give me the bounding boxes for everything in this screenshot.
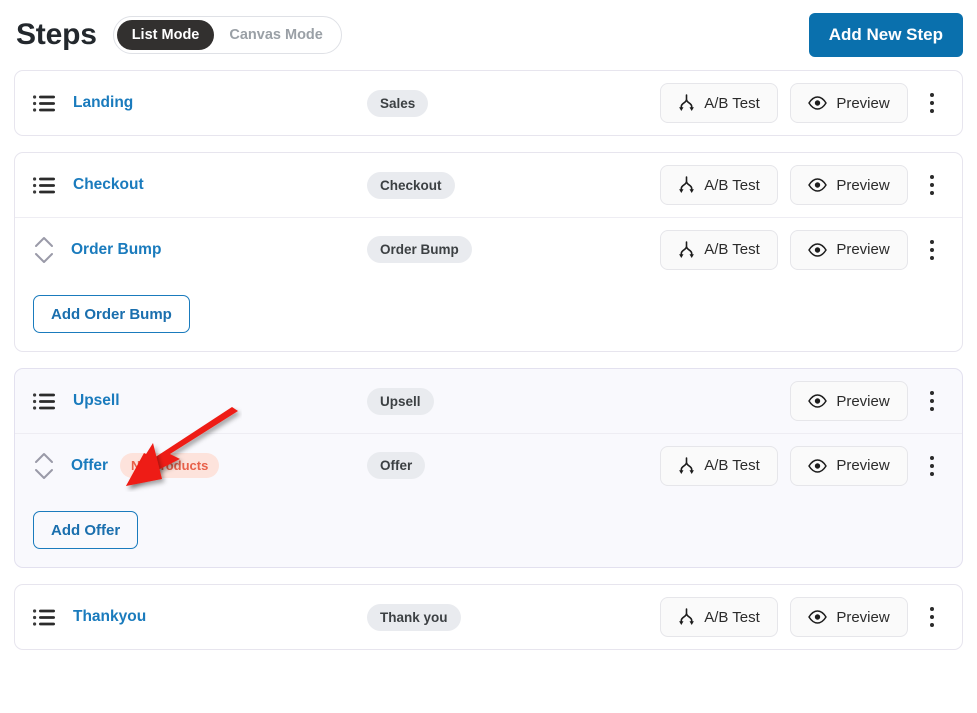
drag-handle-icon[interactable] <box>33 392 59 410</box>
page-title: Steps <box>16 18 97 51</box>
add-child-step-button[interactable]: Add Offer <box>33 511 139 549</box>
step-row: Thankyou Thank you A/B Test Preview <box>15 585 962 649</box>
eye-icon <box>808 178 828 192</box>
preview-button[interactable]: Preview <box>790 445 908 486</box>
sort-updown-icon <box>35 452 53 479</box>
preview-button[interactable]: Preview <box>790 165 908 205</box>
row-actions: A/B Test Preview <box>660 381 946 421</box>
ab-test-split-icon <box>679 240 695 258</box>
row-more-menu-icon[interactable] <box>920 600 944 634</box>
preview-label: Preview <box>836 176 890 194</box>
row-more-menu-icon[interactable] <box>920 449 944 483</box>
mode-button-list[interactable]: List Mode <box>116 20 215 50</box>
step-card: Landing Sales A/B Test Preview <box>14 70 963 136</box>
step-type-badge: Upsell <box>367 387 434 415</box>
list-icon <box>33 176 55 194</box>
step-row: Checkout Checkout A/B Test Preview <box>15 153 962 217</box>
step-card: Checkout Checkout A/B Test Preview Order … <box>14 152 963 352</box>
list-icon <box>33 94 55 112</box>
ab-test-button[interactable]: A/B Test <box>660 165 778 205</box>
ab-test-label: A/B Test <box>704 457 760 474</box>
drag-handle-icon[interactable] <box>33 94 59 112</box>
step-type-badge: Order Bump <box>367 236 472 263</box>
row-actions: A/B Test Preview <box>660 83 946 123</box>
add-new-step-button[interactable]: Add New Step <box>808 13 963 57</box>
preview-button[interactable]: Preview <box>790 229 908 270</box>
preview-label: Preview <box>836 94 890 112</box>
step-card: Upsell Upsell A/B Test Preview Offer No Pr… <box>14 368 963 568</box>
reorder-handle-icon[interactable] <box>33 449 59 483</box>
row-actions: A/B Test Preview <box>660 165 946 205</box>
ab-test-split-icon <box>679 176 695 193</box>
step-row: Order Bump Order Bump A/B Test Preview <box>15 217 962 281</box>
view-mode-toggle[interactable]: List Mode Canvas Mode <box>112 16 342 54</box>
eye-icon <box>808 458 828 473</box>
step-name-link[interactable]: Upsell <box>73 392 120 410</box>
ab-test-label: A/B Test <box>704 176 760 194</box>
preview-button[interactable]: Preview <box>790 381 908 421</box>
card-footer: Add Offer <box>15 497 962 567</box>
list-icon <box>33 392 55 410</box>
ab-test-label: A/B Test <box>704 94 760 112</box>
sort-updown-icon <box>35 236 53 263</box>
step-row: Offer No Products Offer A/B Test Preview <box>15 433 962 497</box>
step-row: Upsell Upsell A/B Test Preview <box>15 369 962 433</box>
preview-label: Preview <box>836 608 890 626</box>
step-type-badge: Checkout <box>367 171 455 199</box>
ab-test-label: A/B Test <box>704 241 760 258</box>
step-type-badge: Sales <box>367 89 429 117</box>
row-more-menu-icon[interactable] <box>920 168 944 202</box>
ab-test-label: A/B Test <box>704 608 760 626</box>
no-products-badge: No Products <box>120 453 220 478</box>
preview-button[interactable]: Preview <box>790 83 908 123</box>
ab-test-button[interactable]: A/B Test <box>660 229 778 270</box>
row-actions: A/B Test Preview <box>660 445 946 486</box>
ab-test-split-icon <box>679 94 695 111</box>
drag-handle-icon[interactable] <box>33 608 59 626</box>
preview-label: Preview <box>836 392 890 410</box>
ab-test-split-icon <box>679 456 695 474</box>
step-name-link[interactable]: Order Bump <box>71 241 161 259</box>
list-icon <box>33 608 55 626</box>
step-name-link[interactable]: Landing <box>73 94 133 112</box>
row-actions: A/B Test Preview <box>660 597 946 637</box>
preview-label: Preview <box>836 241 890 258</box>
ab-test-split-icon <box>679 608 695 625</box>
ab-test-button[interactable]: A/B Test <box>660 445 778 486</box>
eye-icon <box>808 96 828 110</box>
step-name-link[interactable]: Offer <box>71 457 108 475</box>
row-more-menu-icon[interactable] <box>920 86 944 120</box>
eye-icon <box>808 242 828 257</box>
step-card: Thankyou Thank you A/B Test Preview <box>14 584 963 650</box>
steps-list: Landing Sales A/B Test Preview Checkout Ch… <box>14 70 963 650</box>
step-name-link[interactable]: Thankyou <box>73 608 146 626</box>
step-type-badge: Offer <box>367 452 426 479</box>
step-type-badge: Thank you <box>367 603 461 631</box>
steps-page: Steps List Mode Canvas Mode Add New Step… <box>0 0 977 713</box>
mode-button-canvas[interactable]: Canvas Mode <box>214 20 337 50</box>
card-footer: Add Order Bump <box>15 281 962 351</box>
row-more-menu-icon[interactable] <box>920 384 944 418</box>
ab-test-button[interactable]: A/B Test <box>660 597 778 637</box>
row-more-menu-icon[interactable] <box>920 233 944 267</box>
step-name-link[interactable]: Checkout <box>73 176 144 194</box>
ab-test-button[interactable]: A/B Test <box>660 83 778 123</box>
reorder-handle-icon[interactable] <box>33 233 59 267</box>
preview-button[interactable]: Preview <box>790 597 908 637</box>
preview-label: Preview <box>836 457 890 474</box>
add-child-step-button[interactable]: Add Order Bump <box>33 295 190 333</box>
step-row: Landing Sales A/B Test Preview <box>15 71 962 135</box>
drag-handle-icon[interactable] <box>33 176 59 194</box>
eye-icon <box>808 610 828 624</box>
eye-icon <box>808 394 828 408</box>
row-actions: A/B Test Preview <box>660 229 946 270</box>
